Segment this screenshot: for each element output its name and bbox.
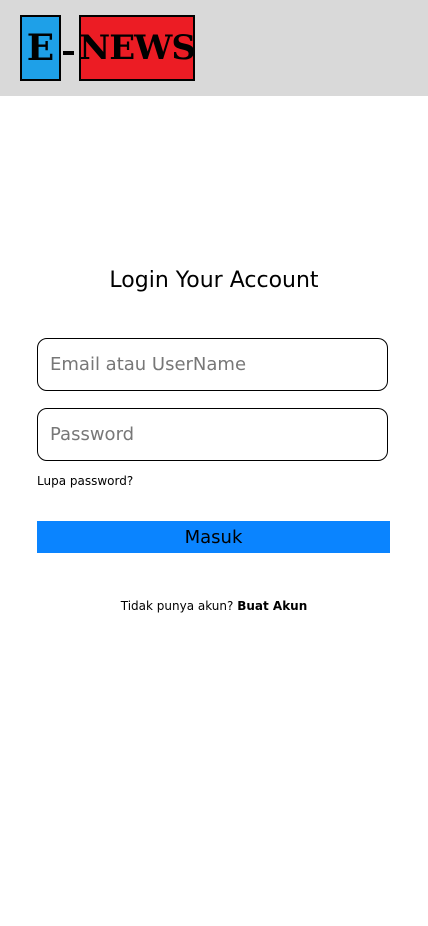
- forgot-password-link[interactable]: Lupa password?: [37, 474, 133, 488]
- login-button[interactable]: Masuk: [37, 521, 390, 553]
- register-prompt: Tidak punya akun? Buat Akun: [0, 599, 428, 613]
- email-field[interactable]: [37, 338, 388, 391]
- password-field[interactable]: [37, 408, 388, 461]
- logo-separator: [63, 51, 74, 55]
- page-title: Login Your Account: [109, 268, 319, 293]
- register-prompt-text: Tidak punya akun?: [120, 599, 234, 613]
- create-account-link[interactable]: Buat Akun: [237, 599, 307, 613]
- logo-word: NEWS: [79, 15, 196, 81]
- app-header: E NEWS: [0, 0, 428, 96]
- logo-letter: E: [20, 15, 61, 81]
- login-page: E NEWS Login Your Account Lupa password?…: [0, 0, 428, 926]
